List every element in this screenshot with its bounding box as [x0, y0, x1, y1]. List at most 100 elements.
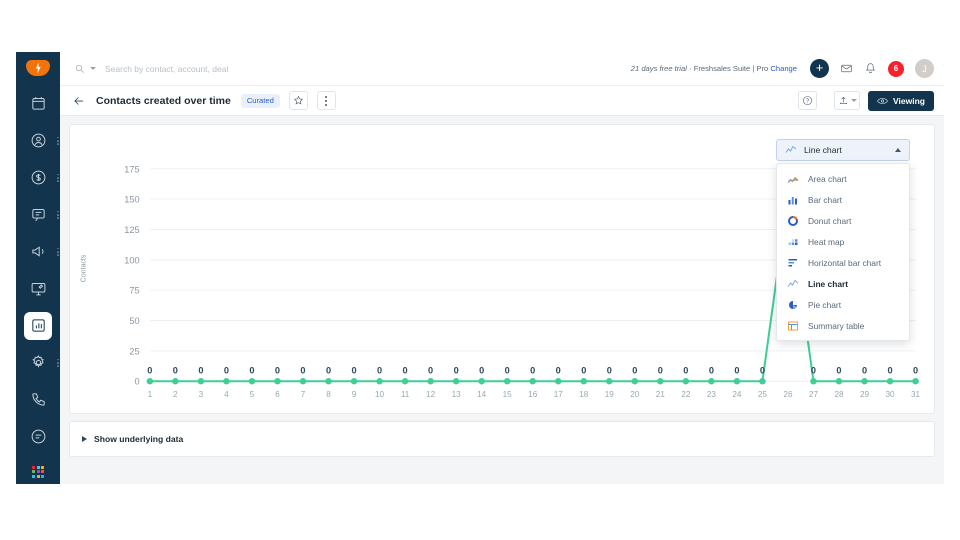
data-label: 0 [505, 365, 510, 375]
y-axis-tick: 50 [129, 316, 139, 326]
data-label: 0 [581, 365, 586, 375]
data-label: 0 [428, 365, 433, 375]
data-point [631, 378, 639, 385]
data-point [299, 378, 307, 385]
chart-type-option-label: Heat map [808, 236, 845, 247]
data-label: 0 [811, 365, 816, 375]
campaigns-icon [31, 246, 43, 257]
x-axis-tick: 10 [375, 390, 385, 399]
chart-type-value: Line chart [804, 145, 842, 155]
x-axis-tick: 23 [707, 390, 717, 399]
notification-badge[interactable]: 6 [888, 60, 904, 77]
chevron-up-icon[interactable] [895, 148, 901, 152]
sidebar-item-campaigns[interactable] [24, 238, 59, 266]
eye-icon [877, 97, 888, 104]
chart-type-option-line-chart[interactable]: Line chart [777, 273, 909, 294]
data-label: 0 [607, 365, 612, 375]
sidebar-item-conversations[interactable] [24, 201, 59, 229]
search-icon [75, 64, 84, 73]
export-chevron-down-icon[interactable] [850, 99, 857, 102]
app-switcher-icon[interactable] [31, 465, 45, 478]
underlying-data-card[interactable]: Show underlying data [69, 421, 935, 457]
x-axis-tick: 15 [503, 390, 513, 399]
reports-icon [31, 319, 45, 332]
viewing-label: Viewing [893, 95, 925, 106]
data-point [478, 378, 485, 385]
help-button[interactable] [798, 91, 818, 110]
sidebar-item-deals[interactable] [24, 164, 59, 192]
report-content: Contacts 0 25 50 75 100 125 150 175 0 1 0 2 0 3 0 4 0 5 0 6… [60, 116, 944, 484]
data-label: 0 [632, 365, 637, 375]
sidebar-item-reports[interactable] [24, 311, 52, 340]
data-point [682, 378, 690, 385]
data-label: 0 [556, 365, 561, 375]
trial-status: 21 days free trial · Freshsales Suite | … [631, 64, 797, 73]
phone-icon[interactable] [24, 386, 52, 414]
x-axis-tick: 6 [275, 390, 280, 399]
sidebar-item-marketing[interactable] [24, 275, 52, 303]
x-axis-tick: 1 [148, 390, 153, 399]
sidebar-item-dots [57, 136, 59, 145]
data-label: 0 [862, 365, 867, 375]
data-label: 0 [454, 365, 459, 375]
bell-icon[interactable] [864, 62, 877, 75]
avatar[interactable]: J [915, 59, 934, 78]
chart-type-option-bar-chart[interactable]: Bar chart [777, 189, 909, 210]
calendar-icon [31, 97, 45, 110]
back-arrow-icon[interactable] [72, 94, 86, 108]
data-point [708, 378, 715, 385]
x-axis-tick: 16 [528, 390, 538, 399]
chart-type-option-heat-map[interactable]: Heat map [777, 231, 909, 252]
x-axis-tick: 3 [199, 390, 204, 399]
sidebar-bottom [24, 386, 52, 484]
chat-icon[interactable] [24, 423, 52, 451]
chart-type-option-label: Line chart [808, 278, 849, 289]
page-title: Contacts created over time [96, 94, 231, 107]
data-point [248, 378, 256, 385]
chart-type-option-summary-table[interactable]: Summary table [777, 315, 909, 336]
x-axis-tick: 19 [605, 390, 615, 399]
chart-type-option-donut-chart[interactable]: Donut chart [777, 210, 909, 231]
search-bar[interactable] [74, 63, 631, 74]
x-axis-tick: 7 [301, 390, 306, 399]
data-point [733, 378, 741, 385]
data-point [657, 378, 664, 385]
chart-type-option-horizontal-bar-chart[interactable]: Horizontal bar chart [777, 252, 909, 273]
chart-type-option-pie-chart[interactable]: Pie chart [777, 294, 909, 315]
freshworks-logo[interactable] [26, 60, 50, 76]
data-point [759, 378, 766, 385]
viewing-button[interactable]: Viewing [868, 90, 934, 111]
data-point [146, 378, 154, 385]
more-options-button[interactable] [316, 91, 336, 110]
add-button[interactable]: + [810, 59, 829, 78]
chart-type-trigger[interactable]: Line chart [776, 139, 910, 161]
change-plan-link[interactable]: Change [770, 64, 797, 73]
data-label: 0 [760, 365, 765, 375]
plan-name: Freshsales Suite | Pro [693, 64, 769, 73]
deals-icon [31, 170, 45, 185]
chart-type-option-area-chart[interactable]: Area chart [777, 168, 909, 189]
data-label: 0 [913, 365, 918, 375]
x-axis-tick: 26 [783, 390, 793, 399]
chart-type-option-label: Bar chart [808, 194, 842, 205]
page-toolbar-right: Viewing [789, 90, 934, 111]
data-point [554, 378, 562, 385]
data-point [172, 378, 179, 385]
sidebar-item-contacts[interactable] [24, 127, 59, 155]
x-axis-tick: 24 [732, 390, 742, 399]
mail-icon[interactable] [840, 62, 853, 75]
data-label: 0 [836, 365, 841, 375]
data-point [325, 378, 332, 385]
main-area: 21 days free trial · Freshsales Suite | … [60, 52, 944, 484]
sidebar-item-calendar[interactable] [24, 90, 52, 118]
data-point [274, 378, 281, 385]
data-point [503, 378, 511, 385]
data-point [606, 378, 613, 385]
search-scope-chevron-down-icon[interactable] [90, 67, 96, 70]
export-button[interactable] [834, 91, 861, 110]
search-input[interactable] [105, 63, 345, 74]
sidebar-item-settings[interactable] [24, 349, 59, 377]
data-label: 0 [224, 365, 229, 375]
data-label: 0 [709, 365, 714, 375]
favorite-star-button[interactable] [288, 91, 308, 110]
